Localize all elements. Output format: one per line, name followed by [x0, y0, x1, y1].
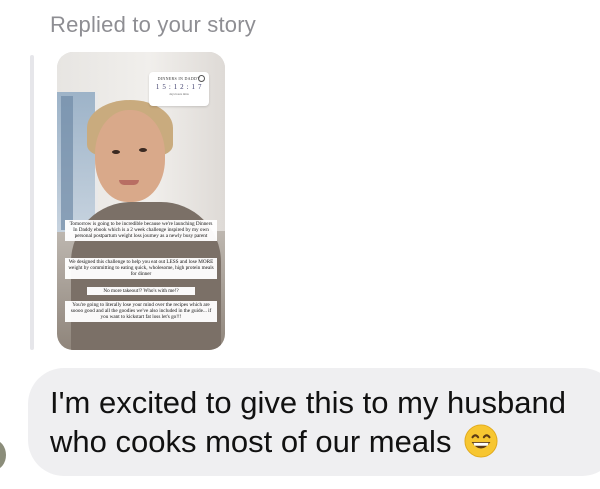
quote-bar	[30, 55, 34, 350]
story-caption: Tomorrow is going to be incredible becau…	[65, 220, 217, 241]
story-person-eye-left	[112, 150, 120, 154]
story-caption: No more takeout!? Who's with me!?	[87, 287, 195, 296]
reply-header: Replied to your story	[50, 12, 256, 37]
countdown-icon	[198, 75, 205, 82]
story-caption: We designed this challenge to help you e…	[65, 258, 217, 279]
story-person-mouth	[119, 180, 139, 185]
grinning-face-icon	[464, 424, 498, 458]
sender-avatar[interactable]	[0, 440, 6, 470]
story-thumbnail[interactable]: DINNERS IN DADDY 1 5 : 1 2 : 1 7 days ho…	[57, 52, 225, 350]
story-background-curtain	[61, 96, 73, 230]
story-person-eye-right	[139, 148, 147, 152]
message-text-container: I'm excited to give this to my husband w…	[50, 383, 590, 461]
story-person-face	[95, 110, 165, 202]
countdown-units: days hours mins	[169, 92, 189, 96]
countdown-sticker[interactable]: DINNERS IN DADDY 1 5 : 1 2 : 1 7 days ho…	[149, 72, 209, 106]
countdown-digits: 1 5 : 1 2 : 1 7	[155, 83, 203, 91]
story-caption: You're going to literally lose your mind…	[65, 301, 217, 322]
